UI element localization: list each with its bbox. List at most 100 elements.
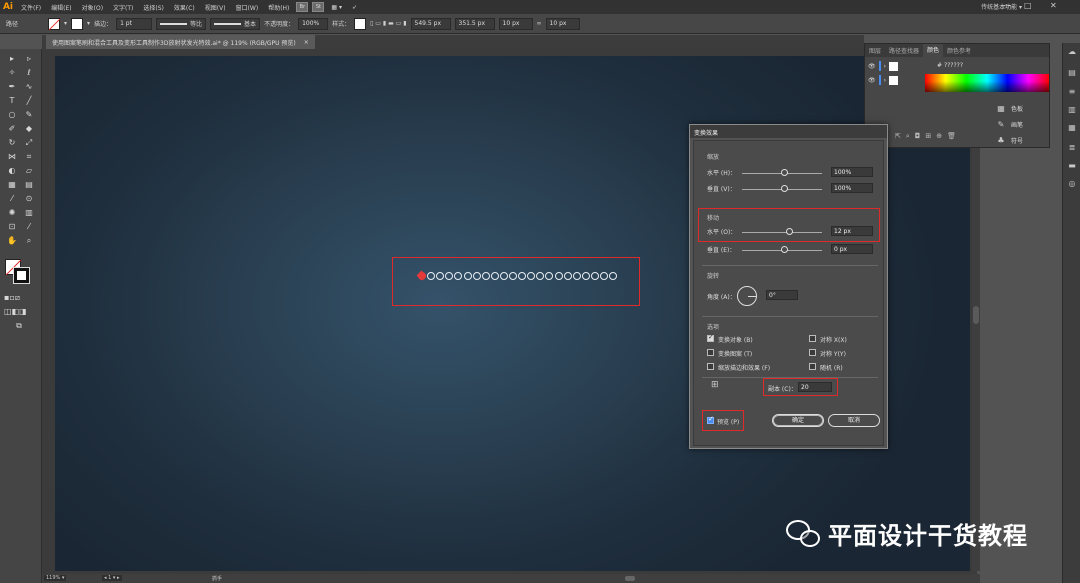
tab-layers[interactable]: 图层 [865,46,885,55]
bridge-button[interactable]: Br [296,2,309,12]
transform-objects-checkbox[interactable] [707,333,714,342]
scale-strokes-checkbox[interactable] [707,363,714,370]
color-mode-icons[interactable]: ▪▫⧄ [4,292,20,303]
scale-h-knob[interactable] [781,169,788,176]
menu-edit[interactable]: 编辑(E) [46,3,76,12]
selection-tool-icon[interactable]: ▸ [5,53,19,64]
layer-row[interactable]: 👁 › [865,60,925,72]
dot[interactable] [509,272,517,280]
move-h-input[interactable]: 12 px [831,226,873,236]
menu-effect[interactable]: 效果(C) [169,3,200,12]
scroll-thumb[interactable] [973,306,979,324]
chevron-down-icon[interactable]: ▾ [64,20,67,27]
variable-width-profile[interactable]: 等比 [156,17,207,30]
stroke-icon[interactable]: ≣ [1067,143,1077,153]
align-icon[interactable]: ▥ [1067,105,1077,115]
chevron-down-icon[interactable]: ▾ [87,20,90,27]
move-h-slider[interactable] [742,232,822,233]
dot[interactable] [499,272,508,280]
close-icon[interactable]: × [304,39,309,46]
move-v-input[interactable]: 0 px [831,244,873,254]
chevron-right-icon[interactable]: › [884,63,886,70]
dot[interactable] [581,272,590,280]
free-transform-tool-icon[interactable]: ⌗ [22,151,36,162]
blend-tool-icon[interactable]: ⊙ [22,193,36,204]
eyedropper-tool-icon[interactable]: ⁄ [5,193,19,204]
rotate-tool-icon[interactable]: ↻ [5,137,19,148]
brushes-panel-button[interactable]: ✎ 画笔 [996,116,1058,132]
move-h-knob[interactable] [786,228,793,235]
scale-v-input[interactable]: 100% [831,183,873,193]
stock-button[interactable]: St [312,2,325,12]
page-field[interactable]: ◂ 1 ▾ ▸ [102,575,122,581]
reference-point-icon[interactable]: ⊞ [711,380,719,390]
cc-libraries-icon[interactable]: ☁ [1067,47,1077,57]
transform-icon[interactable]: ▦ [1067,123,1077,133]
graph-tool-icon[interactable]: ▥ [22,207,36,218]
scale-tool-icon[interactable]: ⤢ [22,137,36,148]
dot[interactable] [490,272,499,280]
tab-color-guide[interactable]: 颜色参考 [943,46,975,55]
menu-view[interactable]: 视图(V) [200,3,231,12]
line-tool-icon[interactable]: ╱ [22,95,36,106]
x-field[interactable]: 549.5 px [410,17,451,30]
scale-v-knob[interactable] [781,185,788,192]
close-window-button[interactable]: ✕ [1050,1,1057,10]
reflect-x-checkbox[interactable] [809,335,816,342]
fill-swatch[interactable] [48,17,61,30]
dot[interactable] [472,272,481,280]
width-field[interactable]: 10 px [498,17,533,30]
workspace-switcher[interactable]: 传统基本功能 ▾ [981,2,1022,11]
zoom-field[interactable]: 119% ▾ [44,575,67,581]
y-field[interactable]: 351.5 px [454,17,495,30]
dot[interactable] [481,272,490,280]
style-swatch[interactable] [354,17,367,30]
height-field[interactable]: 10 px [545,17,580,30]
dot[interactable] [563,272,572,280]
copies-input[interactable]: 20 [798,382,832,392]
menu-type[interactable]: 文字(T) [108,3,138,12]
perspective-tool-icon[interactable]: ▱ [22,165,36,176]
random-checkbox[interactable] [809,363,816,370]
swatches-panel-button[interactable]: ▦ 色板 [996,100,1058,116]
dot[interactable] [600,272,608,280]
symbol-sprayer-tool-icon[interactable]: ✺ [5,207,19,218]
document-tab[interactable]: 使用图案笔刷和混合工具及变形工具制作3D放射状发光特效.ai* @ 119% (… [46,35,315,49]
move-v-knob[interactable] [781,246,788,253]
transparency-icon[interactable]: ◎ [1067,179,1077,189]
layers-icon[interactable]: ≡ [1067,87,1077,97]
link-icon[interactable]: ∞ [537,20,542,27]
menu-help[interactable]: 帮助(H) [263,3,294,12]
trash-icon[interactable]: 🗑 [947,132,956,141]
shaper-tool-icon[interactable]: ✐ [5,123,19,134]
scale-h-input[interactable]: 100% [831,167,873,177]
reflect-y-checkbox[interactable] [809,349,816,356]
properties-icon[interactable]: ▤ [1067,68,1077,78]
color-spectrum[interactable] [925,74,1049,92]
magic-wand-tool-icon[interactable]: ✧ [5,67,19,78]
tab-color[interactable]: 颜色 [923,44,944,57]
type-tool-icon[interactable]: T [5,95,19,106]
gradient-tool-icon[interactable]: ▤ [22,179,36,190]
arrange-icon[interactable]: ▦ ▾ [326,4,347,11]
menu-window[interactable]: 窗口(W) [231,3,264,12]
mesh-tool-icon[interactable]: ▦ [5,179,19,190]
stroke-weight-field[interactable]: 1 pt [116,17,153,30]
hex-field[interactable]: # ?????? [937,62,963,69]
draw-mode-icons[interactable]: ◫◧◨ [4,306,27,317]
ok-button[interactable]: 确定 [772,414,824,427]
mask-icon[interactable]: ◘ [915,132,921,141]
brush-definition[interactable]: 基本 [210,17,261,30]
eye-icon[interactable]: 👁 [868,63,876,70]
opacity-field[interactable]: 100% [298,17,329,30]
opacity-label[interactable]: 不透明度： [264,19,294,28]
menu-file[interactable]: 文件(F) [16,3,46,12]
stroke-color-box[interactable] [13,267,30,284]
slice-tool-icon[interactable]: ⁄ [22,221,36,232]
zoom-tool-icon[interactable]: ⌕ [22,235,36,246]
hand-tool-icon[interactable]: ✋ [5,235,19,246]
angle-input[interactable]: 0° [766,290,798,300]
angle-dial[interactable] [737,286,757,306]
horizontal-scroll-thumb[interactable] [625,576,635,581]
dot[interactable] [554,272,563,280]
